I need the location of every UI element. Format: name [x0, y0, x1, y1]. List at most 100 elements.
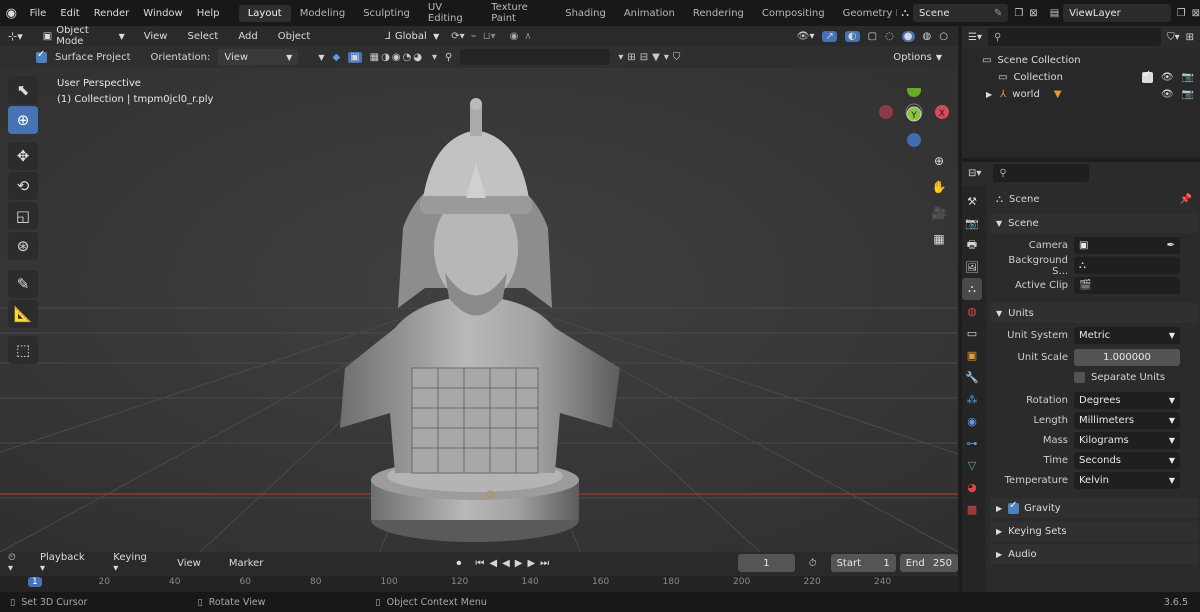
unit-system-dropdown[interactable]: Metric ▼	[1074, 327, 1180, 344]
delete-viewlayer-icon[interactable]: ⊠	[1192, 8, 1200, 19]
rendered-shading-icon[interactable]: ○	[939, 31, 948, 42]
timeline-menu-keying[interactable]: Keying ▾	[106, 552, 156, 574]
zoom-icon[interactable]: ⊕	[928, 150, 950, 172]
menu-file[interactable]: File	[23, 8, 54, 19]
new-scene-icon[interactable]: ❐	[1014, 8, 1023, 19]
cursor-tool-icon[interactable]: ⊕	[8, 106, 38, 134]
material-shading-icon[interactable]: ◍	[923, 31, 932, 42]
bookmark-icons[interactable]: ▾⊞⊟▼▾⛉	[618, 52, 684, 63]
scene-tab-icon[interactable]: ⛬	[962, 278, 982, 300]
visibility-icon[interactable]: 👁▾	[797, 31, 815, 42]
tab-modeling[interactable]: Modeling	[291, 5, 355, 22]
properties-editor-type-icon[interactable]: ⊟▾	[968, 168, 981, 179]
exclude-checkbox[interactable]	[1141, 69, 1153, 83]
color-cube-icon[interactable]: ◆	[332, 52, 340, 63]
tab-uv-editing[interactable]: UV Editing	[419, 0, 482, 27]
view-layer-tab-icon[interactable]: 🖼	[962, 256, 982, 278]
timeline-ruler[interactable]: 1 20 40 60 80 100 120 140 160 180 200 220 240	[0, 576, 958, 592]
gizmo-toggle-icon[interactable]: ↗	[822, 30, 837, 42]
pivot-icon[interactable]: ⟳▾	[451, 31, 464, 42]
snap-icon[interactable]: ⌁	[471, 31, 477, 42]
move-tool-icon[interactable]: ✥	[8, 142, 38, 170]
viewport-menu-add[interactable]: Add	[231, 31, 264, 42]
output-tab-icon[interactable]: 🖶	[962, 234, 982, 256]
eyedropper-icon[interactable]: ✒	[1167, 240, 1175, 251]
units-panel-header[interactable]: ▼ Units	[990, 303, 1198, 323]
tab-geometry-nodes[interactable]: Geometry Noc	[834, 5, 898, 22]
xray-icon[interactable]: ▢	[868, 31, 877, 42]
measure-tool-icon[interactable]: 📐	[8, 300, 38, 328]
time-dropdown[interactable]: Seconds ▼	[1074, 452, 1180, 469]
blender-logo-icon[interactable]: ◉	[0, 6, 23, 21]
viewlayer-browse-icon[interactable]: ▤	[1050, 8, 1059, 19]
tab-layout[interactable]: Layout	[238, 4, 291, 22]
gravity-panel-header[interactable]: ▶ Gravity	[990, 498, 1198, 518]
rotation-dropdown[interactable]: Degrees ▼	[1074, 392, 1180, 409]
camera-field[interactable]: ▣ ✒	[1074, 237, 1180, 254]
temperature-dropdown[interactable]: Kelvin ▼	[1074, 472, 1180, 489]
expand-arrow-icon[interactable]: ▶	[986, 90, 992, 99]
pin-icon[interactable]: 📌	[1180, 194, 1192, 205]
modifier-tab-icon[interactable]: 🔧	[962, 366, 982, 388]
transform-tool-icon[interactable]: ⊛	[8, 232, 38, 260]
end-frame-field[interactable]: End 250	[899, 554, 958, 572]
viewport-menu-select[interactable]: Select	[180, 31, 225, 42]
start-frame-field[interactable]: Start 1	[830, 554, 896, 572]
mode-selector[interactable]: ▣ Object Mode ▼	[37, 26, 131, 47]
physics-tab-icon[interactable]: ◉	[962, 410, 982, 432]
timeline-menu-marker[interactable]: Marker	[222, 558, 271, 569]
outliner-row-collection[interactable]: ▭ Collection 👁 📷	[968, 69, 1194, 86]
editor-type-icon[interactable]: ⊹▾	[8, 30, 23, 43]
texture-tab-icon[interactable]: ▩	[962, 498, 982, 520]
select-box-icon[interactable]: ▣	[348, 51, 362, 63]
annotate-tool-icon[interactable]: ✎	[8, 270, 38, 298]
data-tab-icon[interactable]: ▽	[962, 454, 982, 476]
tab-rendering[interactable]: Rendering	[684, 5, 753, 22]
overlay-toggle-icon[interactable]: ◐	[844, 30, 860, 42]
falloff-icon[interactable]: ∧	[524, 31, 531, 42]
world-tab-icon[interactable]: ◍	[962, 300, 982, 322]
perspective-toggle-icon[interactable]: ▦	[928, 228, 950, 250]
scene-selector[interactable]: Scene ✎	[912, 4, 1009, 22]
pan-hand-icon[interactable]: ✋	[928, 176, 950, 198]
audio-panel-header[interactable]: ▶ Audio	[990, 544, 1198, 564]
constraints-tab-icon[interactable]: ⊶	[962, 432, 982, 454]
3d-viewport[interactable]: ⊹▾ ▣ Object Mode ▼ View Select Add Objec…	[0, 26, 958, 552]
timeline-menu-playback[interactable]: Playback ▾	[33, 552, 92, 574]
transform-orientation[interactable]: ⅃ Global ▼	[379, 28, 445, 44]
snap-target-icon[interactable]: ⊔▾	[483, 31, 496, 42]
viewport-menu-object[interactable]: Object	[271, 31, 318, 42]
outliner-search-input[interactable]: ⚲	[987, 28, 1162, 46]
outliner-editor-type-icon[interactable]: ☰▾	[968, 32, 982, 43]
filter-icon[interactable]: ▾	[432, 52, 437, 63]
playback-controls-icons[interactable]: ⏮◀◀▶▶⏭	[475, 558, 554, 569]
current-frame-field[interactable]: 1	[738, 554, 795, 572]
timeline-editor-type-icon[interactable]: ⏲▾	[8, 552, 19, 574]
select-tool-icon[interactable]: ⬉	[8, 76, 38, 104]
pin-icon[interactable]: ✎	[994, 8, 1002, 19]
options-dropdown[interactable]: Options ▼	[887, 49, 948, 65]
outliner-row-scene-collection[interactable]: ▭ Scene Collection	[968, 52, 1194, 69]
scene-browse-icon[interactable]: ⛬	[901, 6, 909, 20]
viewport-search-input[interactable]	[460, 49, 611, 65]
chevron-down-icon[interactable]: ▼	[318, 53, 324, 62]
viewlayer-selector[interactable]: ViewLayer	[1063, 4, 1171, 22]
properties-search-input[interactable]: ⚲	[993, 164, 1090, 182]
new-collection-icon[interactable]: ⊞	[1186, 32, 1194, 43]
search-icon[interactable]: ⚲	[445, 52, 452, 63]
stopwatch-icon[interactable]: ⏱	[809, 558, 817, 569]
timeline-menu-view[interactable]: View	[170, 558, 208, 569]
proportional-edit-icon[interactable]: ◉	[510, 31, 519, 42]
orientation-dropdown[interactable]: View ▼	[218, 49, 299, 65]
solid-shading-icon[interactable]: ●	[901, 30, 915, 42]
length-dropdown[interactable]: Millimeters ▼	[1074, 412, 1180, 429]
wireframe-shading-icon[interactable]: ◌	[885, 31, 894, 42]
tab-shading[interactable]: Shading	[556, 5, 615, 22]
background-scene-field[interactable]: ⛬	[1074, 257, 1180, 274]
unit-scale-field[interactable]: 1.000000	[1074, 349, 1180, 366]
particles-tab-icon[interactable]: ⁂	[962, 388, 982, 410]
eye-icon[interactable]: 👁	[1161, 72, 1174, 83]
add-cube-tool-icon[interactable]: ⬚	[8, 336, 38, 364]
separate-units-checkbox[interactable]	[1074, 372, 1085, 383]
new-viewlayer-icon[interactable]: ❐	[1177, 8, 1186, 19]
